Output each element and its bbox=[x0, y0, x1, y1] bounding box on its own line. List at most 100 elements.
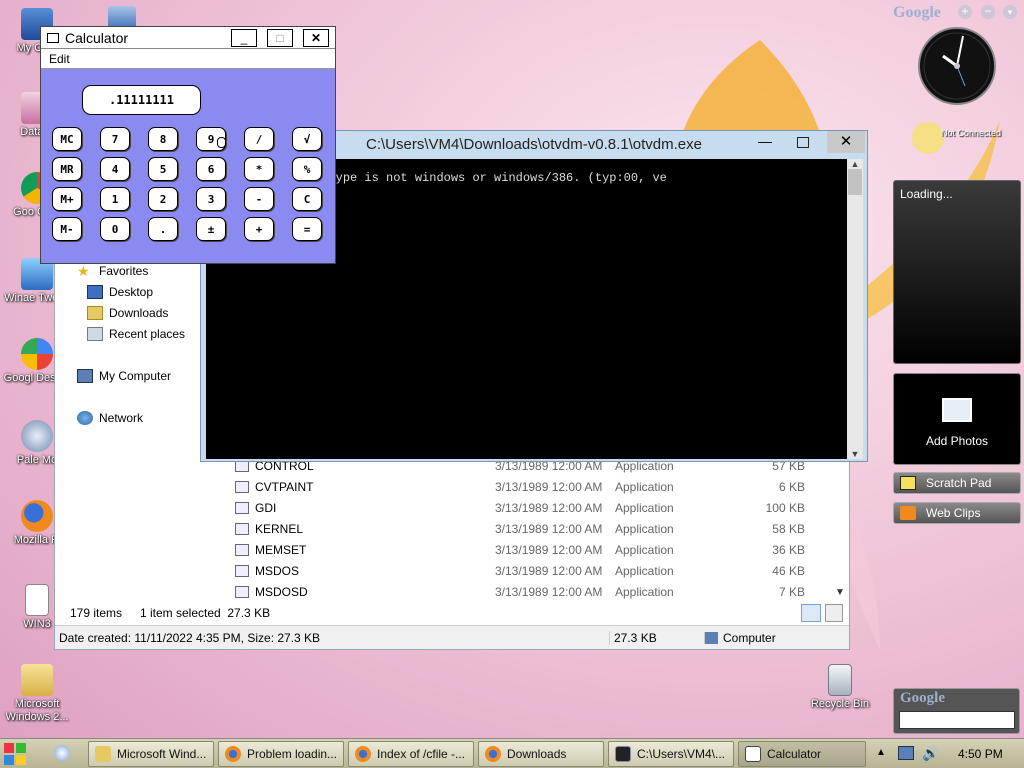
folder-icon bbox=[95, 746, 111, 762]
taskbar-item-explorer[interactable]: Microsoft Wind... bbox=[88, 741, 214, 767]
calc-button-5[interactable]: 5 bbox=[148, 157, 178, 181]
firefox-icon bbox=[485, 746, 501, 762]
file-date: 3/13/1989 12:00 AM bbox=[495, 500, 603, 515]
taskbar-item-calculator[interactable]: Calculator bbox=[738, 741, 866, 767]
application-icon bbox=[235, 585, 249, 598]
rss-icon bbox=[900, 506, 916, 520]
calc-button-mr[interactable]: MR bbox=[52, 157, 82, 181]
calc-button-7[interactable]: 7 bbox=[100, 127, 130, 151]
calc-button-plus-minus[interactable]: ± bbox=[196, 217, 226, 241]
preview-view-icon[interactable] bbox=[825, 604, 843, 622]
explorer-navigation-pane: ★ Favorites Desktop Downloads Recent pla… bbox=[55, 251, 205, 601]
application-icon bbox=[235, 501, 249, 514]
maximize-button[interactable]: □ bbox=[267, 29, 293, 47]
task-label: C:\Users\VM4\... bbox=[637, 747, 726, 761]
scroll-up-arrow-icon[interactable]: ▲ bbox=[847, 159, 863, 169]
calc-button-add[interactable]: + bbox=[244, 217, 274, 241]
sidebar-menu-button[interactable]: ▾ bbox=[1003, 5, 1017, 19]
sidebar-minimize-button[interactable]: − bbox=[981, 5, 995, 19]
nav-item-downloads[interactable]: Downloads bbox=[87, 306, 168, 320]
calc-button-sqrt[interactable]: √ bbox=[292, 127, 322, 151]
scroll-down-arrow-icon[interactable]: ▼ bbox=[835, 587, 845, 598]
taskbar-item-console[interactable]: C:\Users\VM4\... bbox=[608, 741, 734, 767]
scroll-thumb[interactable] bbox=[848, 169, 862, 195]
sidebar-add-button[interactable]: + bbox=[958, 5, 972, 19]
calc-button-0[interactable]: 0 bbox=[100, 217, 130, 241]
folder-icon bbox=[21, 664, 53, 696]
calc-button-6[interactable]: 6 bbox=[196, 157, 226, 181]
calc-button-mplus[interactable]: M+ bbox=[52, 187, 82, 211]
maximize-button[interactable] bbox=[797, 137, 809, 148]
network-tray-icon[interactable] bbox=[898, 746, 914, 760]
calc-button-8[interactable]: 8 bbox=[148, 127, 178, 151]
calc-button-divide[interactable]: / bbox=[244, 127, 274, 151]
calc-button-decimal[interactable]: . bbox=[148, 217, 178, 241]
file-type: Application bbox=[615, 521, 674, 536]
close-button[interactable]: ✕ bbox=[303, 29, 329, 47]
quick-launch-icon[interactable] bbox=[54, 745, 70, 761]
file-row[interactable]: CVTPAINT 3/13/1989 12:00 AM Application … bbox=[227, 476, 827, 497]
status-item-count: 179 items bbox=[70, 606, 123, 620]
volume-tray-icon[interactable]: 🔊 bbox=[922, 745, 939, 762]
calc-button-2[interactable]: 2 bbox=[148, 187, 178, 211]
console-scrollbar[interactable]: ▲ ▼ bbox=[847, 159, 863, 459]
details-view-icon[interactable] bbox=[801, 604, 821, 622]
taskbar-item-firefox-problem[interactable]: Problem loadin... bbox=[218, 741, 344, 767]
nav-label: Downloads bbox=[109, 306, 169, 320]
file-name: MSDOS bbox=[255, 563, 300, 578]
desktop-icon-recycle-bin[interactable]: Recycle Bin bbox=[805, 664, 875, 711]
nav-item-my-computer[interactable]: My Computer bbox=[77, 369, 171, 383]
calculator-titlebar[interactable]: Calculator _ □ ✕ bbox=[41, 27, 335, 49]
taskbar-item-firefox-index[interactable]: Index of /cfile -... bbox=[348, 741, 474, 767]
file-row[interactable]: MEMSET 3/13/1989 12:00 AM Application 36… bbox=[227, 539, 827, 560]
analog-clock-gadget[interactable] bbox=[917, 26, 997, 106]
file-row[interactable]: KERNEL 3/13/1989 12:00 AM Application 58… bbox=[227, 518, 827, 539]
downloads-folder-icon bbox=[87, 306, 103, 320]
minimize-button[interactable]: — bbox=[755, 133, 775, 153]
add-photos-label[interactable]: Add Photos bbox=[894, 434, 1020, 448]
photos-gadget[interactable]: Add Photos bbox=[893, 373, 1021, 465]
web-clips-gadget[interactable]: Web Clips bbox=[893, 502, 1021, 524]
nav-item-network[interactable]: Network bbox=[77, 411, 143, 425]
scratch-pad-icon bbox=[900, 476, 916, 490]
file-row[interactable]: MSDOS 3/13/1989 12:00 AM Application 46 … bbox=[227, 560, 827, 581]
desktop-icon-label: WIN3 bbox=[23, 618, 51, 630]
file-row[interactable]: GDI 3/13/1989 12:00 AM Application 100 K… bbox=[227, 497, 827, 518]
recent-places-icon bbox=[87, 327, 103, 341]
close-button[interactable]: ✕ bbox=[827, 131, 865, 153]
details-size: 27.3 KB bbox=[609, 630, 704, 645]
task-label: Index of /cfile -... bbox=[377, 747, 466, 761]
file-row[interactable]: MSDOSD 3/13/1989 12:00 AM Application 7 … bbox=[227, 581, 827, 602]
clock[interactable]: 4:50 PM bbox=[958, 747, 1003, 761]
file-date: 3/13/1989 12:00 AM bbox=[495, 584, 603, 599]
google-search-input[interactable] bbox=[899, 711, 1015, 729]
nav-item-favorites[interactable]: ★ Favorites bbox=[77, 264, 148, 278]
calc-button-percent[interactable]: % bbox=[292, 157, 322, 181]
taskbar-item-downloads[interactable]: Downloads bbox=[478, 741, 604, 767]
calculator-window[interactable]: Calculator _ □ ✕ Edit .11111111 MC 7 8 9… bbox=[40, 26, 336, 264]
minimize-button[interactable]: _ bbox=[231, 29, 257, 47]
calc-button-equals[interactable]: = bbox=[292, 217, 322, 241]
calc-button-multiply[interactable]: * bbox=[244, 157, 274, 181]
calc-button-mminus[interactable]: M- bbox=[52, 217, 82, 241]
network-icon bbox=[77, 411, 93, 425]
calc-button-clear[interactable]: C bbox=[292, 187, 322, 211]
calc-button-1[interactable]: 1 bbox=[100, 187, 130, 211]
loading-gadget[interactable]: Loading... bbox=[893, 180, 1021, 364]
file-size: 58 KB bbox=[772, 521, 805, 536]
nav-item-recent-places[interactable]: Recent places bbox=[87, 327, 185, 341]
scroll-down-arrow-icon[interactable]: ▼ bbox=[847, 449, 863, 459]
desktop-icon-windows-folder[interactable]: Microsoft Windows 2... bbox=[2, 664, 72, 724]
calc-button-3[interactable]: 3 bbox=[196, 187, 226, 211]
calc-button-subtract[interactable]: - bbox=[244, 187, 274, 211]
computer-zone-icon bbox=[704, 631, 718, 644]
calc-button-mc[interactable]: MC bbox=[52, 127, 82, 151]
nav-item-desktop[interactable]: Desktop bbox=[87, 285, 153, 299]
scratch-pad-gadget[interactable]: Scratch Pad bbox=[893, 472, 1021, 494]
show-hidden-icons-arrow-icon[interactable]: ▲ bbox=[876, 747, 886, 758]
application-icon bbox=[235, 522, 249, 535]
calc-button-4[interactable]: 4 bbox=[100, 157, 130, 181]
calculator-menu-edit[interactable]: Edit bbox=[41, 49, 335, 69]
loading-text: Loading... bbox=[900, 187, 953, 201]
start-button[interactable] bbox=[4, 743, 26, 765]
